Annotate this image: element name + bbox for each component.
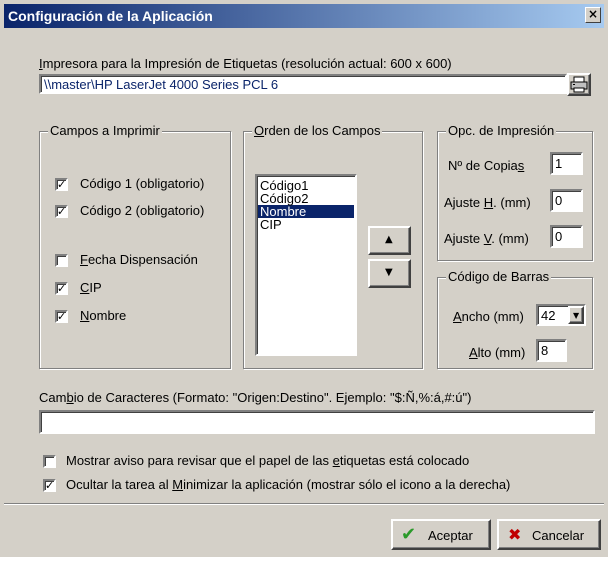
barcode-width-value: 42 — [541, 308, 556, 323]
adjust-v-input[interactable]: 0 — [550, 225, 583, 248]
copies-label: Nº de Copias — [448, 158, 525, 173]
copies-value: 1 — [555, 156, 563, 171]
x-mark-icon: ✖ — [508, 525, 522, 544]
adjust-h-input[interactable]: 0 — [550, 189, 583, 212]
fields-group: Campos a Imprimir — [39, 123, 231, 369]
select-printer-button[interactable] — [567, 73, 591, 96]
arrow-up-icon: ▲ — [385, 234, 393, 245]
barcode-height-value: 8 — [541, 343, 549, 358]
separator — [4, 503, 604, 505]
field-checkbox-label[interactable]: CIP — [80, 280, 102, 295]
title-bar[interactable]: Configuración de la Aplicación × — [4, 4, 604, 28]
adjust-h-label: Ajuste H. (mm) — [444, 195, 531, 210]
option-checkbox[interactable] — [43, 455, 56, 468]
check-icon: ✓ — [57, 310, 67, 323]
field-checkbox[interactable]: ✓ — [55, 205, 68, 218]
char-change-label: Cambio de Caracteres (Formato: "Origen:D… — [39, 390, 472, 405]
cancel-button[interactable]: ✖ Cancelar — [497, 519, 601, 550]
close-button[interactable]: × — [585, 7, 601, 23]
print-options-title: Opc. de Impresión — [446, 123, 557, 138]
check-icon: ✓ — [57, 205, 67, 218]
order-list-item[interactable]: CIP — [258, 218, 354, 231]
checkmark-icon: ✔ — [401, 524, 417, 545]
copies-input[interactable]: 1 — [550, 152, 583, 175]
check-icon: ✓ — [57, 282, 67, 295]
order-group-title: Orden de los Campos — [252, 123, 383, 138]
check-icon: ✓ — [57, 178, 67, 191]
check-icon: ✓ — [45, 479, 55, 492]
window-title: Configuración de la Aplicación — [8, 8, 213, 24]
option-checkbox[interactable]: ✓ — [43, 479, 56, 492]
cancel-label: Cancelar — [532, 528, 585, 543]
field-checkbox[interactable] — [55, 254, 68, 267]
move-up-button[interactable]: ▲ — [368, 226, 411, 255]
printer-value: \\master\HP LaserJet 4000 Series PCL 6 — [44, 77, 279, 92]
option-checkbox-label[interactable]: Ocultar la tarea al Minimizar la aplicac… — [66, 477, 510, 492]
adjust-v-value: 0 — [555, 229, 563, 244]
barcode-width-dropdown-button[interactable]: ▼ — [568, 306, 584, 324]
accept-button[interactable]: ✔ Aceptar — [391, 519, 491, 550]
field-checkbox-label[interactable]: Nombre — [80, 308, 126, 323]
accept-label: Aceptar — [428, 528, 473, 543]
arrow-down-icon: ▼ — [385, 267, 393, 278]
chevron-down-icon: ▼ — [573, 311, 580, 320]
printer-icon — [570, 76, 588, 93]
barcode-group-title: Código de Barras — [446, 269, 552, 284]
printer-label: Impresora para la Impresión de Etiquetas… — [39, 56, 452, 71]
adjust-h-value: 0 — [555, 193, 563, 208]
field-checkbox[interactable]: ✓ — [55, 310, 68, 323]
barcode-height-input[interactable]: 8 — [536, 339, 567, 362]
field-checkbox[interactable]: ✓ — [55, 282, 68, 295]
field-checkbox-label[interactable]: Fecha Dispensación — [80, 252, 198, 267]
barcode-width-label: Ancho (mm) — [453, 309, 524, 324]
close-icon: × — [587, 7, 599, 21]
char-change-input[interactable] — [39, 410, 595, 434]
field-checkbox[interactable]: ✓ — [55, 178, 68, 191]
move-down-button[interactable]: ▼ — [368, 259, 411, 288]
printer-field[interactable]: \\master\HP LaserJet 4000 Series PCL 6 — [39, 74, 567, 94]
field-checkbox-label[interactable]: Código 1 (obligatorio) — [80, 176, 204, 191]
option-checkbox-label[interactable]: Mostrar aviso para revisar que el papel … — [66, 453, 469, 468]
fields-group-title: Campos a Imprimir — [48, 123, 162, 138]
barcode-width-select[interactable]: 42 ▼ — [536, 304, 586, 326]
barcode-height-label: Alto (mm) — [469, 345, 526, 360]
order-listbox[interactable]: Código1 Código2 Nombre CIP — [255, 174, 357, 356]
dialog-window: Configuración de la Aplicación × Impreso… — [0, 0, 608, 557]
field-checkbox-label[interactable]: Código 2 (obligatorio) — [80, 203, 204, 218]
adjust-v-label: Ajuste V. (mm) — [444, 231, 529, 246]
